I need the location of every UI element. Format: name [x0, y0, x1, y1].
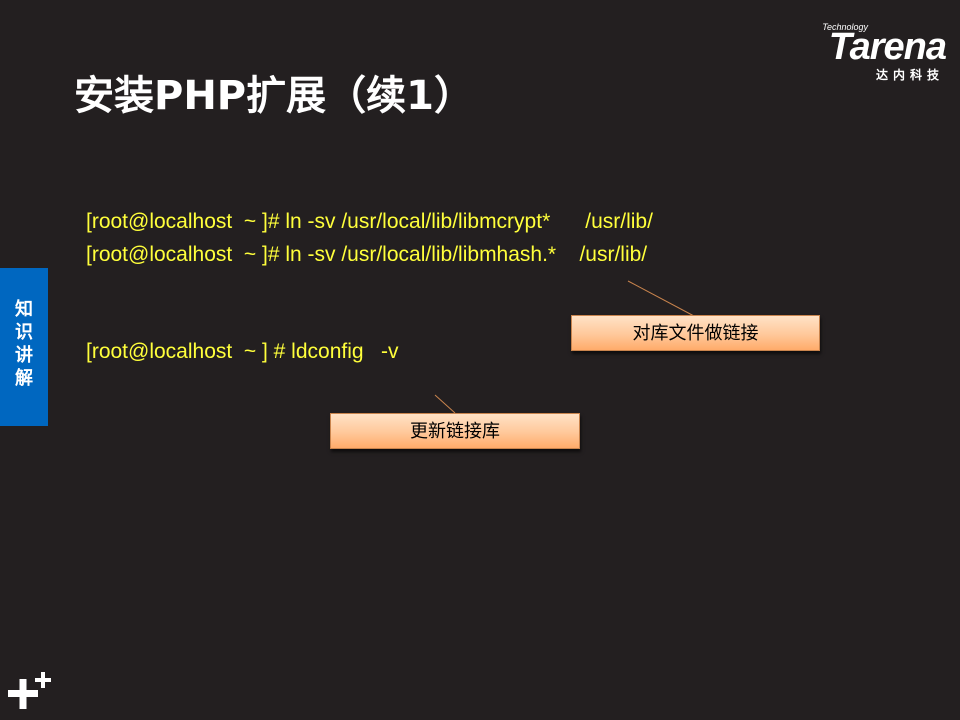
side-tab-label: 知识讲解 — [15, 299, 33, 389]
command-line-3: [root@localhost ~ ] # ldconfig -v — [86, 340, 399, 363]
side-tab: 知识讲解 — [0, 268, 48, 426]
logo-brand-text: Tarena — [828, 26, 947, 68]
slide: Technology Tarena 达内科技 安装PHP扩展（续1） 知识讲解 … — [0, 0, 960, 720]
command-line-2: [root@localhost ~ ]# ln -sv /usr/local/l… — [86, 243, 648, 266]
callout-link-library: 对库文件做链接 — [571, 315, 820, 351]
link-callout-connector — [627, 280, 695, 317]
slide-title: 安装PHP扩展（续1） — [74, 73, 474, 119]
plus-plus-icon — [8, 672, 51, 709]
callout-update-library: 更新链接库 — [330, 413, 580, 449]
command-line-1: [root@localhost ~ ]# ln -sv /usr/local/l… — [86, 210, 653, 233]
update-callout-connector — [434, 394, 456, 414]
tarena-logo: Technology Tarena 达内科技 — [776, 22, 947, 84]
logo-chinese-text: 达内科技 — [875, 68, 944, 82]
